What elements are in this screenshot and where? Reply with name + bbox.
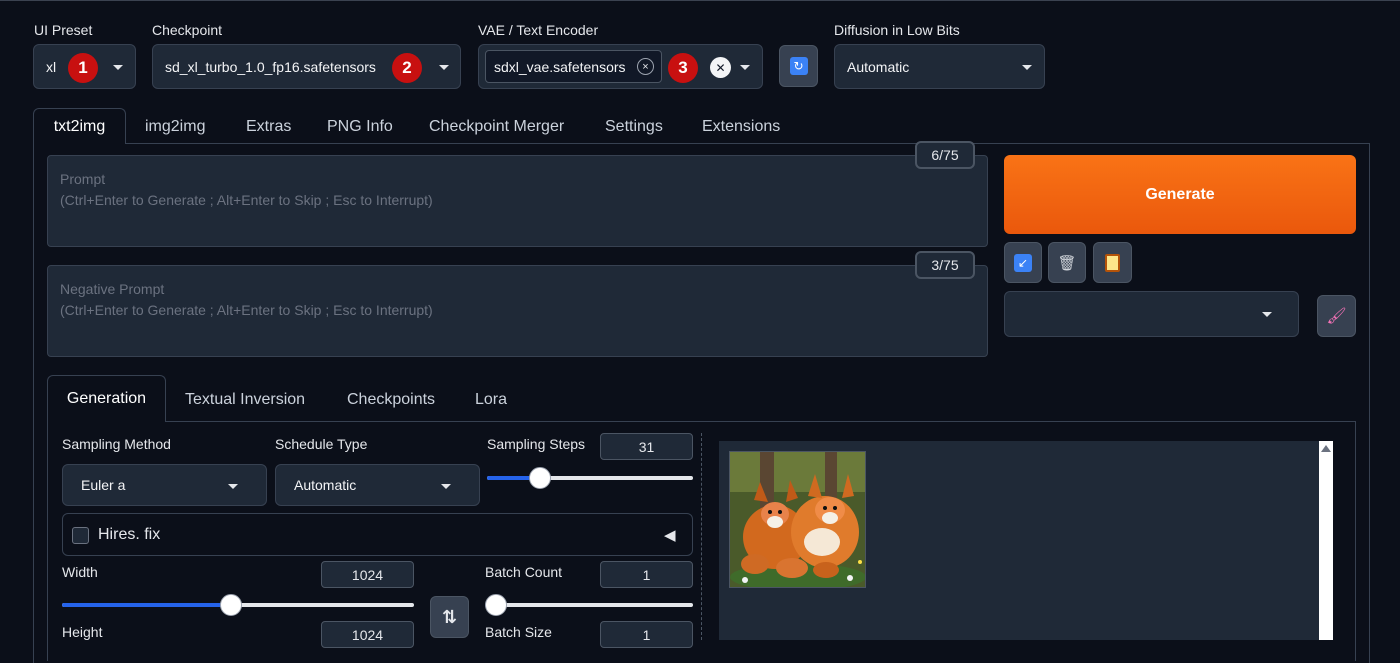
vae-label: VAE / Text Encoder	[478, 22, 599, 38]
slider-thumb[interactable]	[485, 594, 507, 616]
hires-fix-accordion[interactable]: Hires. fix ◀	[62, 513, 693, 556]
prompt-textarea[interactable]: Prompt (Ctrl+Enter to Generate ; Alt+Ent…	[47, 155, 988, 247]
batch-size-input[interactable]: 1	[600, 621, 693, 648]
generate-button[interactable]: Generate	[1004, 155, 1356, 234]
diffusion-value: Automatic	[847, 58, 910, 75]
refresh-button[interactable]: ↻	[779, 45, 818, 87]
prompt-placeholder-title: Prompt	[60, 171, 106, 187]
annotation-badge-1: 1	[68, 53, 98, 83]
styles-dropdown[interactable]	[1004, 291, 1299, 337]
apply-styles-button[interactable]	[1093, 242, 1132, 283]
chevron-down-icon	[113, 65, 123, 70]
tab-extras[interactable]: Extras	[246, 118, 291, 136]
negative-prompt-placeholder-title: Negative Prompt	[60, 281, 165, 297]
edit-styles-button[interactable]: 🖌	[1317, 295, 1356, 337]
width-label: Width	[62, 564, 98, 580]
tab-settings[interactable]: Settings	[605, 118, 663, 136]
schedule-type-dropdown[interactable]: Automatic	[275, 464, 480, 506]
sampling-steps-input[interactable]: 31	[600, 433, 693, 460]
hires-fix-checkbox[interactable]	[72, 527, 89, 544]
collapse-icon[interactable]: ◀	[664, 526, 676, 544]
hires-fix-label: Hires. fix	[98, 526, 161, 543]
prompt-placeholder-hint: (Ctrl+Enter to Generate ; Alt+Enter to S…	[60, 192, 433, 208]
height-label: Height	[62, 624, 103, 640]
swap-dimensions-button[interactable]: ⇅	[430, 596, 469, 638]
slider-thumb[interactable]	[220, 594, 242, 616]
column-divider	[701, 433, 702, 640]
tab-generation[interactable]: Generation	[47, 375, 166, 422]
width-slider[interactable]	[62, 594, 414, 616]
tab-checkpoints[interactable]: Checkpoints	[347, 391, 435, 409]
clear-icon[interactable]: ✕	[710, 57, 731, 78]
fox-image	[730, 452, 865, 587]
vae-chip: sdxl_vae.safetensors ×	[485, 50, 662, 83]
schedule-type-label: Schedule Type	[275, 436, 368, 452]
batch-count-slider[interactable]	[485, 594, 693, 616]
clear-prompt-button[interactable]: 🗑	[1048, 242, 1086, 283]
chevron-down-icon	[1022, 65, 1032, 70]
arrow-down-left-icon: ↙	[1014, 253, 1032, 272]
sampling-method-label: Sampling Method	[62, 436, 171, 452]
gallery-scrollbar[interactable]	[1319, 441, 1333, 640]
negative-prompt-token-counter: 3/75	[915, 251, 975, 279]
read-params-button[interactable]: ↙	[1004, 242, 1042, 283]
tab-textual-inversion[interactable]: Textual Inversion	[185, 391, 305, 409]
slider-fill	[62, 603, 231, 607]
tab-img2img[interactable]: img2img	[145, 118, 205, 136]
chevron-down-icon	[439, 65, 449, 70]
chevron-down-icon	[228, 484, 238, 489]
gallery-thumbnail[interactable]	[729, 451, 866, 588]
chevron-down-icon	[441, 484, 451, 489]
schedule-type-value: Automatic	[294, 477, 357, 493]
tab-checkpoint-merger[interactable]: Checkpoint Merger	[429, 118, 564, 136]
checkpoint-label: Checkpoint	[152, 22, 223, 38]
tab-lora[interactable]: Lora	[475, 391, 507, 409]
scroll-up-icon[interactable]	[1321, 445, 1331, 452]
top-border	[0, 0, 1400, 1]
height-input[interactable]: 1024	[321, 621, 414, 648]
slider-track	[485, 603, 693, 607]
sampling-steps-slider[interactable]	[487, 467, 693, 489]
diffusion-label: Diffusion in Low Bits	[834, 22, 960, 38]
sampling-steps-label: Sampling Steps	[487, 436, 586, 452]
vae-chip-label: sdxl_vae.safetensors	[494, 58, 626, 75]
chip-remove-icon[interactable]: ×	[637, 58, 654, 75]
tab-extensions[interactable]: Extensions	[702, 118, 780, 136]
batch-size-label: Batch Size	[485, 624, 552, 640]
diffusion-dropdown[interactable]: Automatic	[834, 44, 1045, 89]
negative-prompt-textarea[interactable]: Negative Prompt (Ctrl+Enter to Generate …	[47, 265, 988, 357]
clipboard-icon	[1105, 253, 1120, 272]
prompt-token-counter: 6/75	[915, 141, 975, 169]
ui-preset-value: xl	[46, 58, 57, 75]
checkpoint-value: sd_xl_turbo_1.0_fp16.safetensors	[165, 58, 376, 75]
brush-icon: 🖌	[1326, 308, 1347, 325]
output-gallery	[719, 441, 1333, 640]
refresh-icon: ↻	[789, 57, 808, 75]
negative-prompt-placeholder-hint: (Ctrl+Enter to Generate ; Alt+Enter to S…	[60, 302, 433, 318]
chevron-down-icon	[740, 65, 750, 70]
trash-icon: 🗑	[1057, 254, 1077, 272]
annotation-badge-2: 2	[392, 53, 422, 83]
ui-preset-label: UI Preset	[34, 22, 93, 38]
annotation-badge-3: 3	[668, 53, 698, 83]
batch-count-input[interactable]: 1	[600, 561, 693, 588]
tab-txt2img[interactable]: txt2img	[33, 108, 126, 144]
batch-count-label: Batch Count	[485, 564, 563, 580]
width-input[interactable]: 1024	[321, 561, 414, 588]
sampling-method-value: Euler a	[81, 477, 126, 493]
chevron-down-icon	[1262, 312, 1272, 317]
slider-thumb[interactable]	[529, 467, 551, 489]
sampling-method-dropdown[interactable]: Euler a	[62, 464, 267, 506]
tab-png-info[interactable]: PNG Info	[327, 118, 393, 136]
